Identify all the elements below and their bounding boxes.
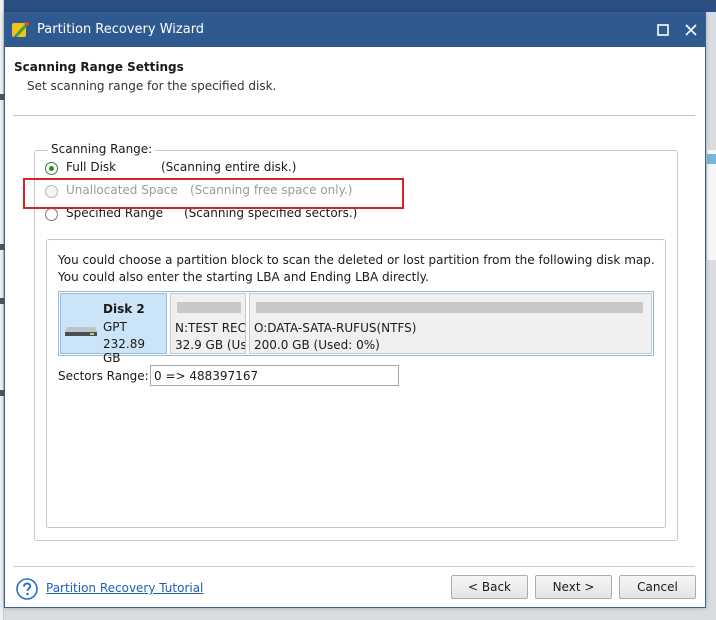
- title-bar[interactable]: Partition Recovery Wizard: [5, 13, 705, 47]
- wizard-header: Scanning Range Settings Set scanning ran…: [5, 47, 705, 116]
- radio-full-disk-button[interactable]: [45, 161, 58, 175]
- next-button[interactable]: Next >: [535, 575, 612, 599]
- help-icon[interactable]: [16, 578, 38, 600]
- cancel-button[interactable]: Cancel: [619, 575, 696, 599]
- background-strip: [707, 154, 716, 164]
- hard-drive-icon: [65, 327, 97, 336]
- radio-full-disk-description: (Scanning entire disk.): [161, 160, 297, 174]
- partition-info: 200.0 GB (Used: 0%): [254, 338, 380, 352]
- wizard-window: Partition Recovery Wizard Scanning Range…: [4, 12, 706, 608]
- partition-name: O:DATA-SATA-RUFUS(NTFS): [254, 321, 417, 335]
- disk-map-description-line1: You could choose a partition block to sc…: [58, 253, 655, 267]
- sectors-range-input[interactable]: [150, 365, 399, 386]
- partition-block[interactable]: O:DATA-SATA-RUFUS(NTFS) 200.0 GB (Used: …: [249, 293, 652, 354]
- app-logo-icon: [12, 21, 30, 37]
- footer-divider: [13, 566, 695, 567]
- disk-size: 232.89 GB: [103, 337, 145, 365]
- header-divider: [13, 115, 695, 116]
- disk-map-description-line2: You could also enter the starting LBA an…: [58, 270, 429, 284]
- close-button[interactable]: [679, 18, 703, 42]
- tutorial-link[interactable]: Partition Recovery Tutorial: [46, 581, 203, 595]
- disk-type: GPT: [103, 320, 127, 334]
- back-button[interactable]: < Back: [451, 575, 528, 599]
- close-icon: [685, 24, 697, 36]
- disk-name: Disk 2: [103, 302, 145, 316]
- partition-block[interactable]: N:TEST REC 32.9 GB (Used: [170, 293, 246, 354]
- sectors-range-label: Sectors Range:: [58, 369, 149, 383]
- scanning-range-legend: Scanning Range:: [48, 142, 156, 156]
- partition-usage-bar: [256, 302, 643, 313]
- maximize-icon: [657, 24, 669, 36]
- radio-specified-range-button[interactable]: [45, 207, 58, 221]
- disk-block[interactable]: Disk 2 GPT 232.89 GB: [60, 293, 167, 365]
- background-app-right-edge: [706, 150, 716, 260]
- window-title: Partition Recovery Wizard: [37, 22, 205, 37]
- page-subtitle: Set scanning range for the specified dis…: [27, 79, 277, 93]
- maximize-button[interactable]: [651, 18, 675, 42]
- background-app-titlebar: [0, 0, 716, 12]
- disk-map: Disk 2 GPT 232.89 GB N:TEST REC 32.9 GB …: [58, 291, 654, 365]
- partition-info: 32.9 GB (Used: [175, 338, 246, 352]
- page-title: Scanning Range Settings: [14, 60, 184, 74]
- highlight-box: [23, 178, 404, 209]
- radio-full-disk[interactable]: Full Disk (Scanning entire disk.): [45, 159, 325, 177]
- partition-usage-bar: [177, 302, 241, 313]
- partition-name: N:TEST REC: [175, 321, 246, 335]
- radio-full-disk-label: Full Disk: [66, 160, 117, 174]
